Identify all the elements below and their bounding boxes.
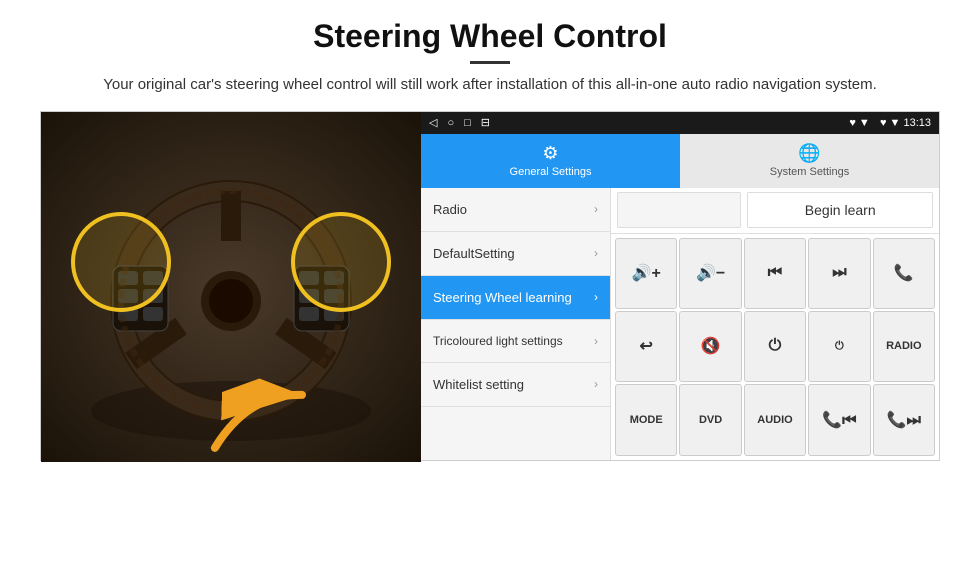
tab-system-label: System Settings [770,166,849,178]
begin-learn-row: Begin learn [611,188,939,234]
empty-cell [617,192,741,228]
status-bar: ◁ ○ □ ⊟ ♥ ▼ ♥ ▼ 13:13 [421,112,939,134]
menu-item-steering[interactable]: Steering Wheel learning › [421,276,610,320]
left-menu: Radio › DefaultSetting › Steering Wheel … [421,188,611,460]
menu-item-radio-label: Radio [433,202,467,217]
highlight-right [291,212,391,312]
menu-item-tricoloured[interactable]: Tricoloured light settings › [421,320,610,363]
highlight-left [71,212,171,312]
tel-prev-icon: 📞⏮ [822,410,856,430]
controls-grid: 🔊+ 🔊− ⏮ ⏭ 📞 [611,234,939,460]
hang-up-icon: ↩ [639,336,652,356]
tab-bar: ⚙ General Settings 🌐 System Settings [421,134,939,188]
system-settings-icon: 🌐 [798,143,820,164]
tel-next-icon: 📞⏭ [887,410,921,430]
image-panel [41,112,421,462]
title-divider [470,61,510,64]
gps-label: AUDIO [757,414,792,426]
general-settings-icon: ⚙ [542,143,558,164]
recents-icon: □ [464,117,471,129]
menu-item-radio[interactable]: Radio › [421,188,610,232]
mode-label: RADIO [886,340,921,352]
page-title: Steering Wheel Control [313,18,667,55]
hang-up-button[interactable]: ↩ [615,311,677,382]
tel-next-button[interactable]: 📞⏭ [873,384,935,455]
vol-down-icon: 🔊− [696,263,725,283]
vol-down-button[interactable]: 🔊− [679,238,741,309]
menu-item-steering-label: Steering Wheel learning [433,290,572,305]
prev-track-button[interactable]: ⏮ [744,238,806,309]
tab-general-label: General Settings [510,166,592,178]
mute-icon: 🔇 [701,336,721,356]
content-area: ◁ ○ □ ⊟ ♥ ▼ ♥ ▼ 13:13 ⚙ General Settings [40,111,940,461]
page-subtitle: Your original car's steering wheel contr… [103,74,877,97]
steering-wheel-bg [41,112,421,462]
menu-item-whitelist[interactable]: Whitelist setting › [421,363,610,407]
status-time: ♥ ▼ 13:13 [880,117,931,129]
gps-button[interactable]: AUDIO [744,384,806,455]
status-indicators: ♥ ▼ [849,117,876,129]
vol-up-button[interactable]: 🔊+ [615,238,677,309]
next-icon: ⏭ [832,264,846,282]
tab-system[interactable]: 🌐 System Settings [680,134,939,188]
mute-button[interactable]: 🔇 [679,311,741,382]
menu-controls: Radio › DefaultSetting › Steering Wheel … [421,188,939,460]
back-icon: ◁ [429,116,437,129]
menu-item-tricoloured-label: Tricoloured light settings [433,334,563,348]
chevron-icon: › [594,202,598,216]
right-controls: Begin learn 🔊+ 🔊− ⏮ [611,188,939,460]
dvd-label: MODE [630,414,663,426]
radio-label: ⏻ [835,340,844,353]
menu-icon: ⊟ [481,116,490,129]
chevron-icon: › [594,334,598,348]
chevron-icon: › [594,246,598,260]
menu-item-default[interactable]: DefaultSetting › [421,232,610,276]
prev-icon: ⏮ [768,264,782,282]
menu-item-whitelist-label: Whitelist setting [433,377,524,392]
begin-learn-button[interactable]: Begin learn [747,192,933,228]
power-button[interactable]: ⏻ [744,311,806,382]
audio-button[interactable]: DVD [679,384,741,455]
mode-button[interactable]: RADIO [873,311,935,382]
power-icon: ⏻ [769,337,782,355]
phone-icon: 📞 [894,263,914,283]
phone-button[interactable]: 📞 [873,238,935,309]
android-panel: ◁ ○ □ ⊟ ♥ ▼ ♥ ▼ 13:13 ⚙ General Settings [421,112,939,460]
status-bar-left: ◁ ○ □ ⊟ [429,116,490,129]
chevron-icon: › [594,290,598,304]
tel-prev-button[interactable]: 📞⏮ [808,384,870,455]
radio-button[interactable]: ⏻ [808,311,870,382]
audio-label: DVD [699,414,722,426]
home-icon: ○ [447,117,454,129]
menu-item-default-label: DefaultSetting [433,246,515,261]
dvd-button[interactable]: MODE [615,384,677,455]
next-track-button[interactable]: ⏭ [808,238,870,309]
chevron-icon: › [594,377,598,391]
status-bar-right: ♥ ▼ ♥ ▼ 13:13 [849,117,931,129]
tab-general[interactable]: ⚙ General Settings [421,134,680,188]
vol-up-icon: 🔊+ [632,263,661,283]
page-container: Steering Wheel Control Your original car… [0,0,980,562]
